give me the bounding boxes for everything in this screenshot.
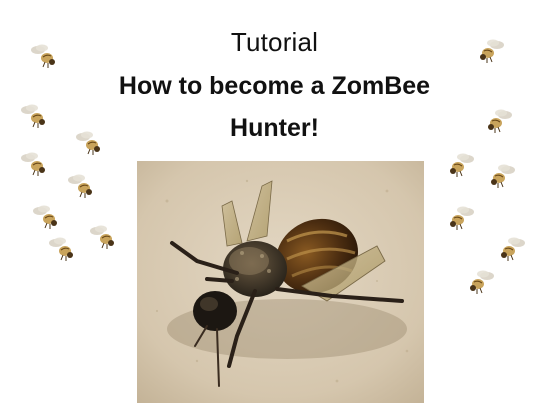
flying-bee-icon: [31, 43, 59, 69]
slide-title-line-1: How to become a ZomBee: [118, 72, 431, 100]
flying-bee-icon: [466, 269, 494, 295]
flying-bee-icon: [487, 163, 515, 189]
slide: Tutorial How to become a ZomBee Hunter!: [0, 0, 549, 406]
slide-subtitle: Tutorial: [230, 27, 319, 57]
flying-bee-icon: [21, 103, 49, 129]
bee-photo: [137, 161, 424, 403]
flying-bee-icon: [446, 152, 474, 178]
flying-bee-icon: [68, 173, 96, 199]
flying-bee-icon: [484, 108, 512, 134]
flying-bee-icon: [33, 204, 61, 230]
flying-bee-icon: [49, 236, 77, 262]
flying-bee-icon: [446, 205, 474, 231]
flying-bee-icon: [476, 38, 504, 64]
flying-bee-icon: [90, 224, 118, 250]
flying-bee-icon: [21, 151, 49, 177]
flying-bee-icon: [76, 130, 104, 156]
flying-bee-icon: [497, 236, 525, 262]
